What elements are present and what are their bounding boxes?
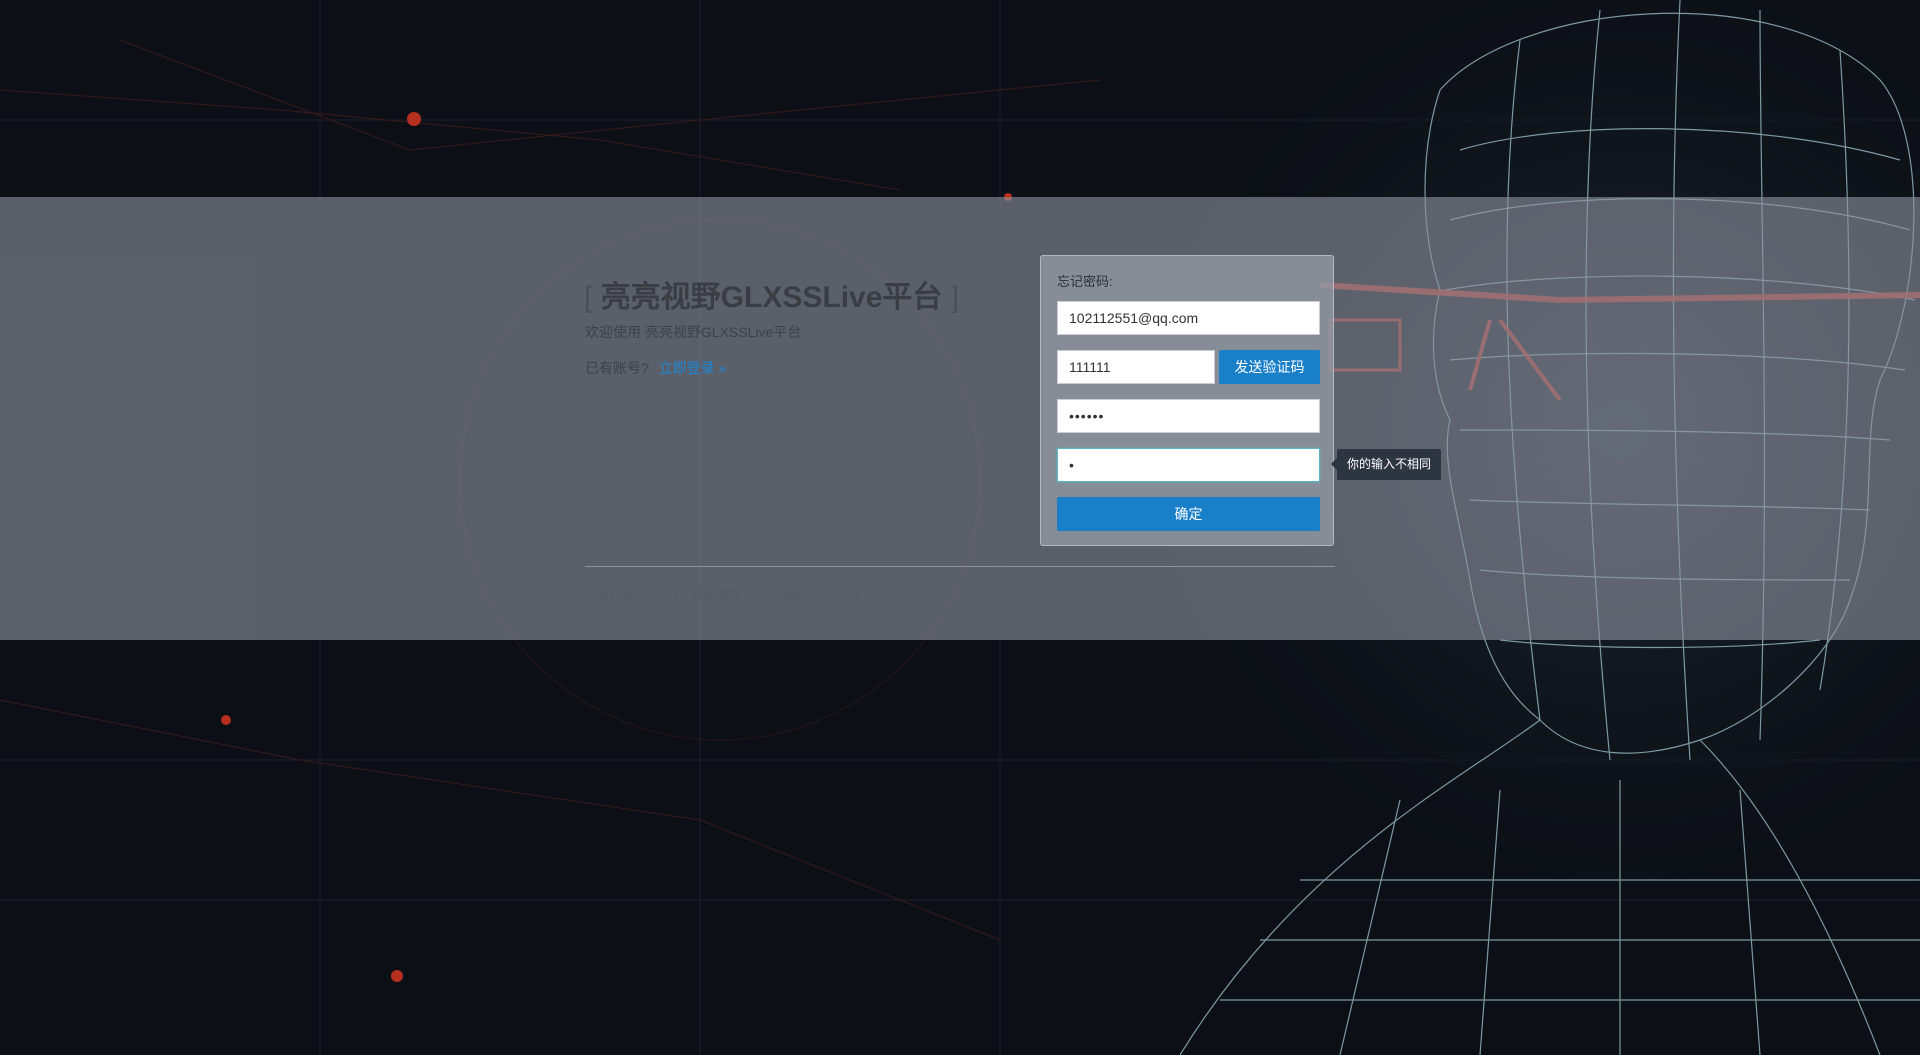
footer-divider: [585, 566, 1335, 567]
content-band: [0, 197, 1920, 640]
confirm-password-field[interactable]: [1057, 448, 1320, 482]
account-prompt: 已有账号?: [585, 360, 649, 376]
confirm-button[interactable]: 确定: [1057, 497, 1320, 531]
validation-tooltip: 你的输入不相同: [1330, 449, 1442, 480]
title-bracket-close: ]: [950, 281, 960, 314]
email-field[interactable]: [1057, 301, 1320, 335]
verification-code-field[interactable]: [1057, 350, 1215, 384]
brand-block: [ 亮亮视野GLXSSLive平台 ]: [584, 272, 959, 316]
send-code-button[interactable]: 发送验证码: [1219, 350, 1320, 384]
welcome-text: 欢迎使用 亮亮视野GLXSSLive平台: [585, 324, 802, 340]
title-text: 亮亮视野GLXSSLive平台: [600, 281, 943, 314]
title-bracket-open: [: [584, 281, 593, 314]
login-link[interactable]: 立即登录 »: [659, 360, 727, 376]
form-title: 忘记密码:: [1057, 274, 1113, 289]
forgot-password-panel: 忘记密码: 发送验证码 确定: [1040, 255, 1334, 546]
page-title: [ 亮亮视野GLXSSLive平台 ]: [584, 272, 959, 316]
account-prompt-row: 已有账号? 立即登录 »: [585, 358, 726, 378]
new-password-field[interactable]: [1057, 399, 1320, 433]
copyright-text: Copyright © 2017 亮亮视野 All Rights Reserve…: [585, 587, 860, 602]
